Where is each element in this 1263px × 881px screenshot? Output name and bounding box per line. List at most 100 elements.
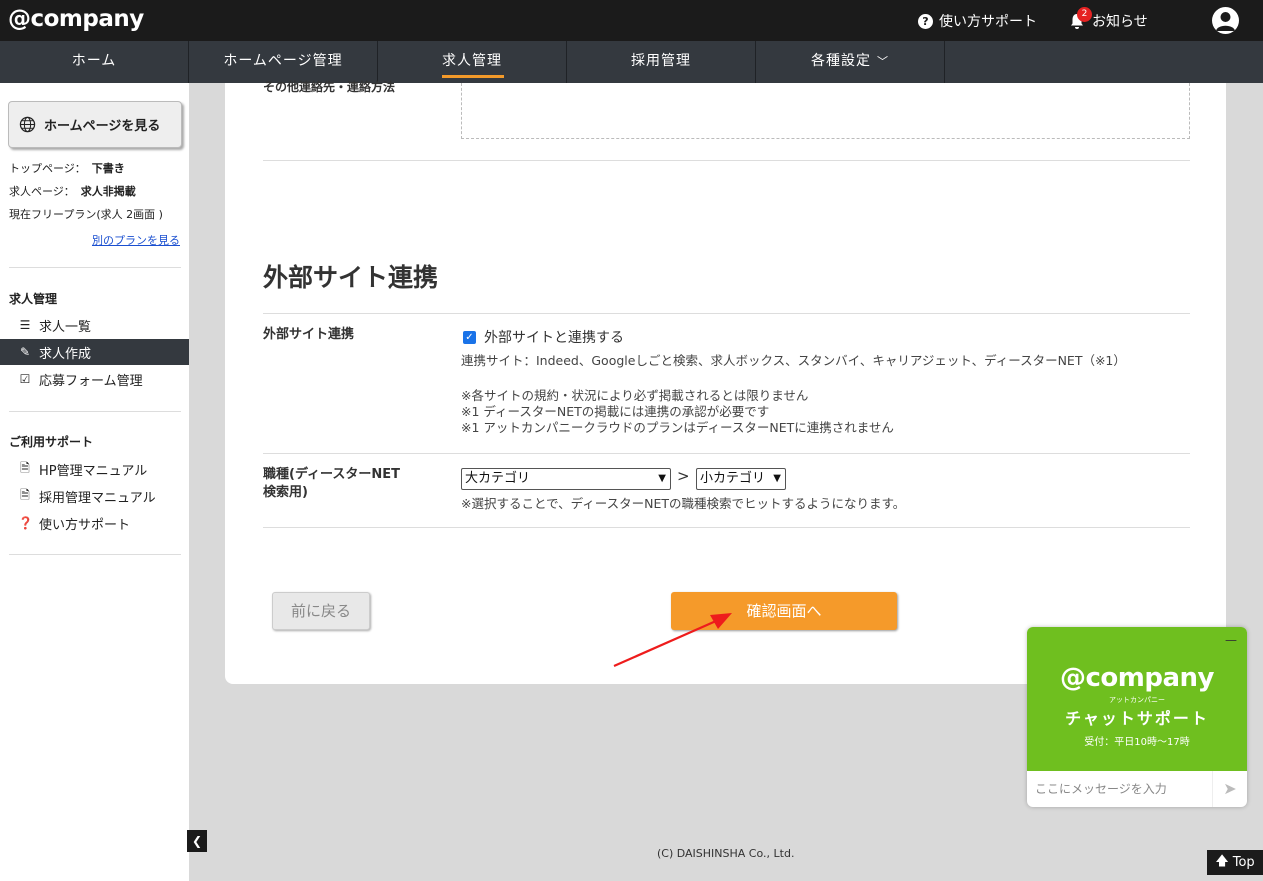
separator: > xyxy=(677,467,690,485)
sidebar-item-label: 使い方サポート xyxy=(39,517,131,533)
section-title: 外部サイト連携 xyxy=(263,263,439,292)
view-homepage-button[interactable]: ホームページを見る xyxy=(8,101,182,148)
job-type-label: 職種(ディースターNET 検索用) xyxy=(263,466,400,502)
main-nav: ホーム ホームページ管理 求人管理 採用管理 各種設定 ﹀ xyxy=(0,41,1263,83)
nav-recruitment-label: 採用管理 xyxy=(631,53,691,69)
arrow-up-icon: 🡅 xyxy=(1215,853,1229,869)
globe-icon xyxy=(19,116,36,133)
user-avatar-icon[interactable] xyxy=(1212,7,1239,34)
sidebar-item-recruit-manual[interactable]: 🗎 採用管理マニュアル xyxy=(0,483,189,509)
nav-settings-label: 各種設定 xyxy=(811,53,871,69)
sidebar: ホームページを見る トップページ： 下書き 求人ページ： 求人非掲載 現在フリープラ… xyxy=(0,83,189,881)
support-label: 使い方サポート xyxy=(939,14,1037,30)
row-divider xyxy=(263,160,1190,161)
checkbox-label: 外部サイトと連携する xyxy=(484,330,624,346)
row-divider xyxy=(263,313,1190,314)
status-label: 求人ページ： xyxy=(9,185,75,198)
divider xyxy=(9,267,181,268)
divider xyxy=(9,554,181,555)
sidebar-item-job-list[interactable]: ☰ 求人一覧 xyxy=(0,312,189,338)
nav-job-label: 求人管理 xyxy=(442,53,502,69)
job-type-label-line: 職種(ディースターNET xyxy=(263,467,401,482)
other-contact-textarea[interactable] xyxy=(461,83,1190,139)
sidebar-item-support[interactable]: ❓ 使い方サポート xyxy=(0,510,189,536)
check-square-icon: ☑ xyxy=(19,372,31,386)
sidebar-item-form-management[interactable]: ☑ 応募フォーム管理 xyxy=(0,366,189,392)
sidebar-item-hp-manual[interactable]: 🗎 HP管理マニュアル xyxy=(0,456,189,482)
row-divider xyxy=(263,527,1190,528)
linked-sites-text: 連携サイト：Indeed、Googleしごと検索、求人ボックス、スタンバイ、キャ… xyxy=(461,353,1126,368)
annotation-arrow-icon xyxy=(613,613,732,668)
collapse-sidebar-button[interactable]: ❮ xyxy=(187,830,207,852)
status-value: 下書き xyxy=(91,162,125,175)
support-link[interactable]: ? 使い方サポート xyxy=(918,11,1037,31)
minimize-icon[interactable]: — xyxy=(1225,633,1237,647)
sidebar-item-label: 応募フォーム管理 xyxy=(39,373,143,389)
external-site-label: 外部サイト連携 xyxy=(263,327,355,342)
status-value: 求人非掲載 xyxy=(80,185,136,198)
copyright: (C) DAISHINSHA Co., Ltd. xyxy=(657,847,795,860)
nav-settings[interactable]: 各種設定 ﹀ xyxy=(756,41,945,83)
chat-logo: @company xyxy=(1060,663,1214,693)
sidebar-item-job-create[interactable]: ✎ 求人作成 xyxy=(0,339,189,365)
top-button-label: Top xyxy=(1232,855,1255,870)
job-type-hint: ※選択することで、ディースターNETの職種検索でヒットするようになります。 xyxy=(461,496,906,511)
row-divider xyxy=(263,453,1190,454)
plan-text: 現在フリープラン(求人 2画面 ) xyxy=(9,208,163,221)
external-site-checkbox[interactable]: ✓ xyxy=(463,330,476,344)
question-icon: ❓ xyxy=(18,516,33,530)
main-card: その他連絡先・連絡方法 外部サイト連携 外部サイト連携 ✓ 外部サイトと連携する… xyxy=(225,80,1226,684)
job-page-status: 求人ページ： 求人非掲載 xyxy=(9,183,136,199)
scroll-top-button[interactable]: 🡅 Top xyxy=(1207,850,1263,875)
send-icon[interactable]: ➤ xyxy=(1213,771,1247,807)
nav-job-management[interactable]: 求人管理 xyxy=(378,41,567,83)
other-contact-label: その他連絡先・連絡方法 xyxy=(263,80,396,94)
sidebar-item-label: 求人一覧 xyxy=(39,319,92,335)
chat-header[interactable]: — @company アットカンパニー チャットサポート 受付：平日10時～17… xyxy=(1027,627,1247,771)
top-header: @company ? 使い方サポート 2 お知らせ xyxy=(0,0,1263,41)
select-value: 大カテゴリ xyxy=(465,471,531,486)
chevron-down-icon: ﹀ xyxy=(877,55,889,68)
note-line: ※1 ディースターNETの掲載には連携の承認が必要です xyxy=(461,404,770,419)
job-management-title: 求人管理 xyxy=(9,292,58,306)
chat-widget: — @company アットカンパニー チャットサポート 受付：平日10時～17… xyxy=(1027,627,1247,807)
question-icon: ? xyxy=(918,13,933,29)
notice-link[interactable]: 2 お知らせ xyxy=(1068,7,1148,31)
minor-category-select[interactable]: 小カテゴリ ▼ xyxy=(696,468,786,490)
chat-logo-kana: アットカンパニー xyxy=(1109,696,1165,704)
top-page-status: トップページ： 下書き xyxy=(9,160,125,176)
notice-count-badge: 2 xyxy=(1077,7,1092,22)
other-plan-link[interactable]: 別のプランを見る xyxy=(92,232,180,248)
nav-homepage-management[interactable]: ホームページ管理 xyxy=(189,41,378,83)
back-button[interactable]: 前に戻る xyxy=(272,592,370,630)
notice-label: お知らせ xyxy=(1092,14,1148,30)
nav-homepage-label: ホームページ管理 xyxy=(223,53,343,69)
nav-home-label: ホーム xyxy=(71,53,117,69)
company-logo[interactable]: @company xyxy=(8,6,144,32)
chevron-down-icon: ▼ xyxy=(658,473,666,484)
select-value: 小カテゴリ xyxy=(700,471,766,486)
job-type-label-line: 検索用) xyxy=(263,485,308,500)
edit-icon: ✎ xyxy=(19,345,31,359)
note-line: ※各サイトの規約・状況により必ず掲載されるとは限りません xyxy=(461,388,809,403)
active-underline xyxy=(442,75,504,78)
external-site-checkbox-row[interactable]: ✓ 外部サイトと連携する xyxy=(463,327,624,347)
pdf-icon: 🗎 xyxy=(20,460,30,475)
sidebar-item-label: 採用管理マニュアル xyxy=(39,490,156,506)
pdf-icon: 🗎 xyxy=(20,487,30,502)
chevron-down-icon: ▼ xyxy=(773,473,781,484)
note-line: ※1 アットカンパニークラウドのプランはディースターNETに連携されません xyxy=(461,420,894,435)
sidebar-item-label: 求人作成 xyxy=(39,346,92,362)
major-category-select[interactable]: 大カテゴリ ▼ xyxy=(461,468,671,490)
view-homepage-label: ホームページを見る xyxy=(44,119,161,134)
nav-recruitment-management[interactable]: 採用管理 xyxy=(567,41,756,83)
chat-title: チャットサポート xyxy=(1065,709,1209,728)
chat-message-input[interactable]: ここにメッセージを入力 xyxy=(1027,771,1213,807)
divider xyxy=(9,411,181,412)
nav-home[interactable]: ホーム xyxy=(0,41,189,83)
bell-icon: 2 xyxy=(1068,7,1092,30)
support-title: ご利用サポート xyxy=(9,435,94,449)
chat-hours: 受付：平日10時～17時 xyxy=(1084,737,1190,748)
sidebar-item-label: HP管理マニュアル xyxy=(39,463,148,479)
list-icon: ☰ xyxy=(19,318,31,332)
